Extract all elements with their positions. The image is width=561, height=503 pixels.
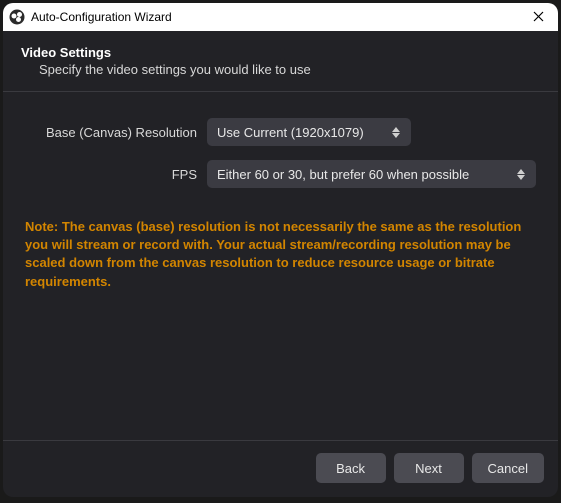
- app-icon: [9, 9, 25, 25]
- resolution-select[interactable]: Use Current (1920x1079): [207, 118, 411, 146]
- window-title: Auto-Configuration Wizard: [31, 10, 518, 24]
- page-subtitle: Specify the video settings you would lik…: [21, 62, 540, 77]
- page-title: Video Settings: [21, 45, 540, 60]
- back-button[interactable]: Back: [316, 453, 386, 483]
- fps-label: FPS: [25, 167, 197, 182]
- resolution-value: Use Current (1920x1079): [217, 125, 383, 140]
- fps-select[interactable]: Either 60 or 30, but prefer 60 when poss…: [207, 160, 536, 188]
- close-icon: [533, 9, 544, 25]
- chevron-updown-icon: [389, 122, 403, 142]
- wizard-footer: Back Next Cancel: [3, 440, 558, 497]
- resolution-row: Base (Canvas) Resolution Use Current (19…: [25, 118, 536, 146]
- fps-value: Either 60 or 30, but prefer 60 when poss…: [217, 167, 508, 182]
- content: Video Settings Specify the video setting…: [3, 31, 558, 497]
- fps-row: FPS Either 60 or 30, but prefer 60 when …: [25, 160, 536, 188]
- note-text: Note: The canvas (base) resolution is no…: [25, 218, 536, 291]
- wizard-window: Auto-Configuration Wizard Video Settings…: [3, 3, 558, 497]
- chevron-updown-icon: [514, 164, 528, 184]
- close-button[interactable]: [524, 3, 552, 31]
- resolution-label: Base (Canvas) Resolution: [25, 125, 197, 140]
- wizard-body: Base (Canvas) Resolution Use Current (19…: [3, 92, 558, 440]
- next-button[interactable]: Next: [394, 453, 464, 483]
- cancel-button[interactable]: Cancel: [472, 453, 544, 483]
- titlebar: Auto-Configuration Wizard: [3, 3, 558, 31]
- wizard-header: Video Settings Specify the video setting…: [3, 31, 558, 92]
